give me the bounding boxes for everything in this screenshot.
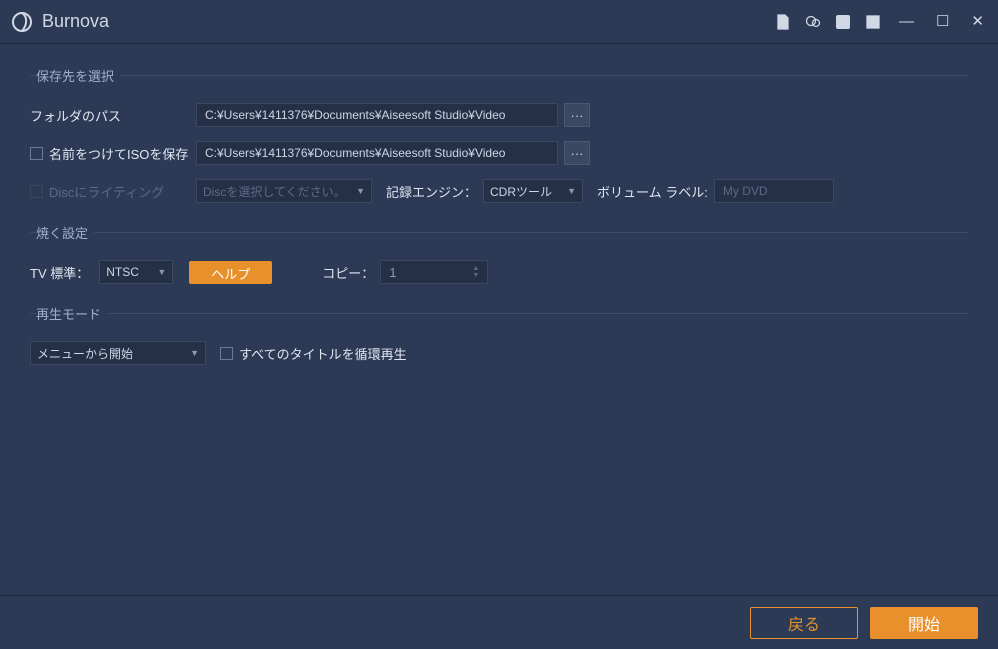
menu-icon[interactable] — [865, 14, 881, 30]
folder-path-browse-button[interactable]: ··· — [564, 103, 590, 127]
document-icon[interactable] — [775, 14, 791, 30]
titlebar-actions: — ☐ ✕ — [775, 14, 988, 30]
save-iso-checkbox[interactable] — [30, 147, 43, 160]
folder-path-input[interactable] — [196, 103, 558, 127]
chevron-down-icon: ▼ — [190, 348, 199, 358]
section-play-mode: 再生モード メニューから開始 ▼ すべてのタイトルを循環再生 — [30, 304, 968, 365]
disc-write-checkbox[interactable] — [30, 185, 43, 198]
minimize-button[interactable]: — — [895, 14, 918, 29]
rec-engine-value: CDRツール — [490, 183, 552, 200]
title-bar: Burnova — ☐ ✕ — [0, 0, 998, 44]
close-button[interactable]: ✕ — [967, 14, 988, 29]
copy-spinner[interactable]: 1 ▲▼ — [380, 260, 488, 284]
disc-select-value: Discを選択してください。 — [203, 183, 346, 200]
help-button[interactable]: ヘルプ — [189, 261, 272, 284]
save-iso-browse-button[interactable]: ··· — [564, 141, 590, 165]
copy-value: 1 — [389, 265, 396, 280]
section-save-destination: 保存先を選択 フォルダのパス ··· 名前をつけてISOを保存 ··· Disc… — [30, 66, 968, 203]
section-burn-settings: 焼く設定 TV 標準： NTSC ▼ ヘルプ コピー： 1 ▲▼ — [30, 223, 968, 284]
footer-bar: 戻る 開始 — [0, 595, 998, 649]
tv-standard-label: TV 標準： — [30, 263, 89, 282]
chat-icon[interactable] — [805, 14, 821, 30]
spinner-up-icon[interactable]: ▲ — [472, 265, 479, 272]
app-logo-icon — [10, 10, 34, 34]
chevron-down-icon: ▼ — [567, 186, 576, 196]
disc-write-label: Discにライティング — [49, 182, 164, 201]
save-iso-path-input[interactable] — [196, 141, 558, 165]
copy-label: コピー： — [322, 263, 374, 282]
maximize-button[interactable]: ☐ — [932, 14, 953, 29]
section-title-save: 保存先を選択 — [36, 66, 120, 85]
section-title-burn: 焼く設定 — [36, 223, 94, 242]
save-iso-label: 名前をつけてISOを保存 — [49, 144, 188, 163]
rec-engine-label: 記録エンジン： — [386, 182, 477, 201]
volume-label-label: ボリューム ラベル: — [597, 182, 708, 201]
play-mode-select[interactable]: メニューから開始 ▼ — [30, 341, 206, 365]
tv-standard-value: NTSC — [106, 265, 139, 279]
rec-engine-select[interactable]: CDRツール ▼ — [483, 179, 583, 203]
loop-all-checkbox[interactable] — [220, 347, 233, 360]
facebook-icon[interactable] — [835, 14, 851, 30]
app-title: Burnova — [42, 11, 109, 32]
chevron-down-icon: ▼ — [157, 267, 166, 277]
section-title-playmode: 再生モード — [36, 304, 107, 323]
chevron-down-icon: ▼ — [356, 186, 365, 196]
spinner-down-icon[interactable]: ▼ — [472, 272, 479, 279]
disc-select[interactable]: Discを選択してください。 ▼ — [196, 179, 372, 203]
logo: Burnova — [10, 10, 109, 34]
play-mode-value: メニューから開始 — [37, 345, 133, 362]
tv-standard-select[interactable]: NTSC ▼ — [99, 260, 173, 284]
folder-path-label: フォルダのパス — [30, 106, 190, 125]
back-button[interactable]: 戻る — [750, 607, 858, 639]
loop-all-label: すべてのタイトルを循環再生 — [239, 344, 407, 363]
start-button[interactable]: 開始 — [870, 607, 978, 639]
volume-label-input[interactable] — [714, 179, 834, 203]
